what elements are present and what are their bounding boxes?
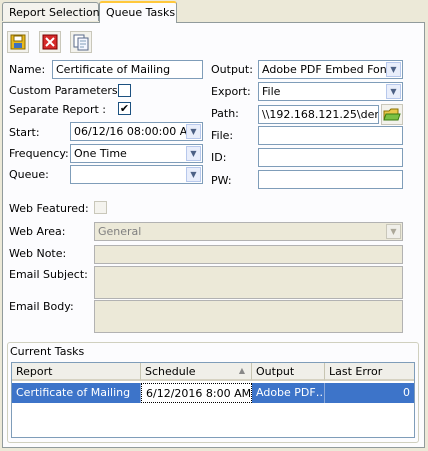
start-label: Start:: [9, 126, 40, 139]
save-icon: [10, 34, 26, 50]
id-field[interactable]: [258, 148, 403, 167]
cell-schedule[interactable]: 6/12/2016 8:00 AM: [141, 383, 252, 403]
export-value: File: [262, 85, 281, 98]
chevron-down-icon[interactable]: ▼: [186, 167, 201, 182]
web-featured-label: Web Featured:: [9, 202, 89, 215]
file-label: File:: [211, 129, 234, 142]
email-body-field[interactable]: [94, 300, 403, 333]
copy-button[interactable]: [70, 31, 92, 53]
tab-queue-tasks[interactable]: Queue Tasks: [99, 1, 177, 23]
name-field[interactable]: Certificate of Mailing: [52, 60, 203, 79]
sort-ascending-icon: ▲: [238, 366, 245, 375]
web-note-field[interactable]: [94, 245, 403, 264]
copy-icon: [73, 34, 89, 51]
output-value: Adobe PDF Embed Font|*: [262, 63, 401, 76]
delete-icon: [42, 34, 58, 50]
web-area-label: Web Area:: [9, 225, 66, 238]
start-datetime-picker[interactable]: 06/12/16 08:00:00 AM ▼: [70, 122, 203, 141]
check-mark-icon: ✔: [119, 102, 130, 115]
email-subject-label: Email Subject:: [9, 268, 88, 281]
id-label: ID:: [211, 151, 227, 164]
delete-button[interactable]: [39, 31, 61, 53]
queue-select[interactable]: ▼: [70, 165, 203, 184]
column-header-schedule-label: Schedule: [145, 365, 196, 378]
browse-folder-button[interactable]: [381, 104, 403, 125]
current-tasks-label: Current Tasks: [9, 345, 86, 358]
tab-report-selection[interactable]: Report Selection: [2, 2, 100, 21]
save-button[interactable]: [7, 31, 29, 53]
export-label: Export:: [211, 85, 251, 98]
chevron-down-icon[interactable]: ▼: [386, 62, 401, 77]
pw-label: PW:: [211, 174, 232, 187]
chevron-down-icon[interactable]: ▼: [186, 124, 201, 139]
column-header-output[interactable]: Output: [252, 363, 325, 381]
output-select[interactable]: Adobe PDF Embed Font|* ▼: [258, 60, 403, 79]
path-label: Path:: [211, 107, 239, 120]
cell-last-error[interactable]: 0: [325, 383, 414, 403]
tab-report-selection-label: Report Selection: [9, 6, 100, 19]
cell-report[interactable]: Certificate of Mailing: [12, 383, 141, 403]
web-featured-checkbox[interactable]: [94, 201, 107, 214]
column-header-last-error[interactable]: Last Error: [325, 363, 414, 381]
chevron-down-icon[interactable]: ▼: [386, 224, 401, 239]
tasks-grid[interactable]: Report Schedule ▲ Output Last Error Cert…: [11, 362, 415, 438]
email-body-label: Email Body:: [9, 300, 74, 313]
frequency-select[interactable]: One Time ▼: [70, 144, 203, 163]
web-area-value: General: [98, 225, 142, 238]
custom-parameters-label: Custom Parameters:: [9, 84, 122, 97]
path-field[interactable]: \\192.168.121.25\demo: [258, 105, 379, 124]
web-area-select[interactable]: General ▼: [94, 222, 403, 241]
export-select[interactable]: File ▼: [258, 82, 403, 101]
tab-queue-tasks-label: Queue Tasks: [106, 6, 176, 19]
web-note-label: Web Note:: [9, 247, 67, 260]
column-header-report[interactable]: Report: [12, 363, 141, 381]
chevron-down-icon[interactable]: ▼: [386, 84, 401, 99]
start-value: 06/12/16 08:00:00 AM: [74, 125, 197, 138]
chevron-down-icon[interactable]: ▼: [186, 146, 201, 161]
custom-parameters-checkbox[interactable]: [118, 84, 131, 97]
folder-icon: [383, 108, 401, 121]
cell-output[interactable]: Adobe PDF…: [252, 383, 325, 403]
column-header-schedule[interactable]: Schedule ▲: [141, 363, 252, 381]
frequency-label: Frequency:: [9, 147, 69, 160]
frequency-value: One Time: [74, 147, 127, 160]
separate-report-checkbox[interactable]: ✔: [118, 102, 131, 115]
output-label: Output:: [211, 63, 253, 76]
email-subject-field[interactable]: [94, 266, 403, 299]
queue-label: Queue:: [9, 168, 49, 181]
separate-report-label: Separate Report :: [9, 103, 106, 116]
name-label: Name:: [9, 63, 46, 76]
file-field[interactable]: [258, 126, 403, 145]
password-field[interactable]: [258, 170, 403, 189]
